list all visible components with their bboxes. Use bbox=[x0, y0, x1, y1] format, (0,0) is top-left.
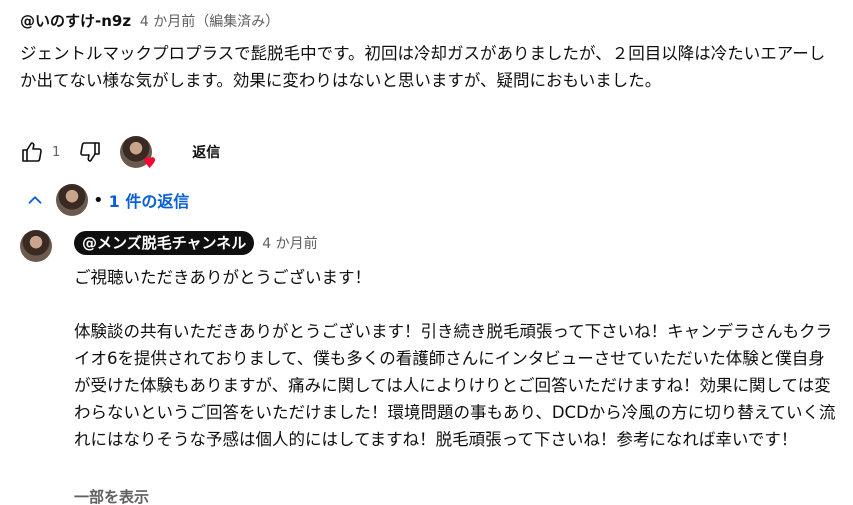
like-button[interactable] bbox=[16, 136, 48, 168]
replier-avatar bbox=[56, 184, 88, 216]
reply-header: @メンズ脱毛チャンネル 4 か月前 bbox=[74, 231, 318, 255]
reply-avatar[interactable] bbox=[20, 230, 52, 262]
comment-header: @いのすけ-n9z 4 か月前（編集済み） bbox=[20, 10, 279, 33]
reply-text: ご視聴いただきありがとうございます！ 体験談の共有いただきありがとうございます！… bbox=[74, 264, 839, 453]
comment-actions: 1 ♥ 返信 bbox=[16, 134, 220, 171]
heart-icon: ♥ bbox=[142, 154, 157, 172]
reply-button[interactable]: 返信 bbox=[192, 142, 220, 162]
thumb-down-icon bbox=[80, 142, 101, 162]
reply-line-2: 体験談の共有いただきありがとうございます！引き続き脱毛頑張って下さいね！キャンデ… bbox=[74, 322, 836, 449]
dislike-button[interactable] bbox=[74, 136, 106, 168]
show-less-button[interactable]: 一部を表示 bbox=[74, 486, 149, 505]
chevron-up-icon bbox=[28, 196, 42, 204]
reply-author[interactable]: @メンズ脱毛チャンネル bbox=[74, 231, 255, 255]
reply-time[interactable]: 4 か月前 bbox=[262, 233, 317, 253]
comment-author[interactable]: @いのすけ-n9z bbox=[20, 12, 131, 30]
reply-line-1: ご視聴いただきありがとうございます！ bbox=[74, 268, 371, 287]
comment-text: ジェントルマックプロプラスで髭脱毛中です。初回は冷却ガスがありましたが、２回目以… bbox=[20, 44, 826, 90]
separator-dot: • bbox=[93, 189, 104, 211]
comment-meta[interactable]: 4 か月前（編集済み） bbox=[140, 14, 279, 30]
creator-heart-badge: ♥ bbox=[120, 136, 156, 171]
thumb-up-icon bbox=[22, 142, 42, 162]
like-count: 1 bbox=[52, 144, 61, 160]
replies-toggle[interactable]: • 1 件の返信 bbox=[24, 182, 189, 218]
replies-count-label: 1 件の返信 bbox=[108, 192, 190, 211]
